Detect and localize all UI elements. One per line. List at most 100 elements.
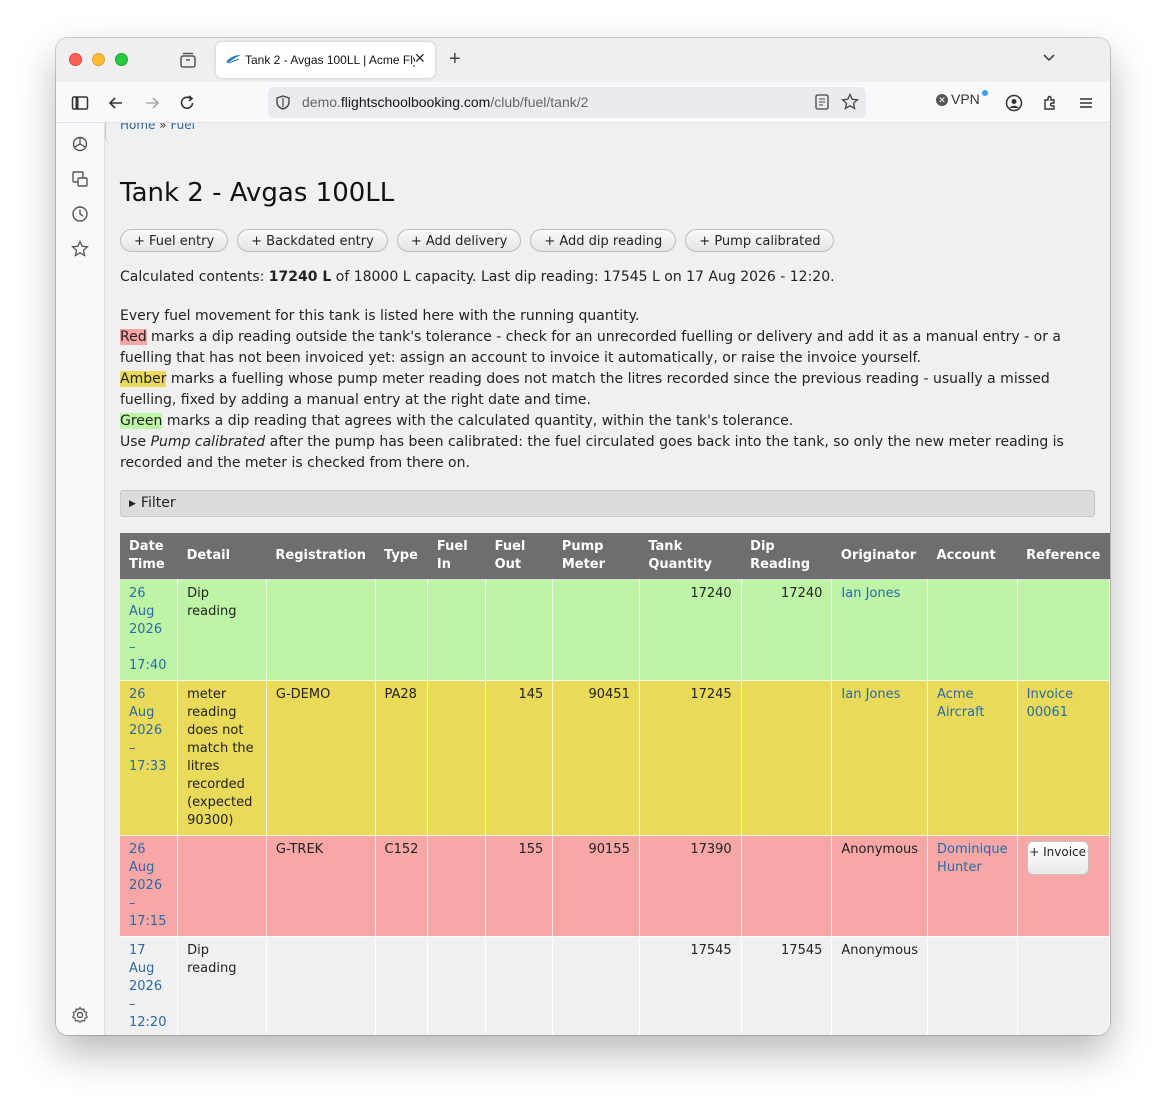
url-text[interactable]: demo.flightschoolbooking.com/club/fuel/t… <box>302 94 588 110</box>
cell-tank-quantity: 17390 <box>639 835 742 937</box>
browser-window: Tank 2 - Avgas 100LL | Acme Flying Club … <box>56 38 1110 1035</box>
nav-toolbar: demo.flightschoolbooking.com/club/fuel/t… <box>56 82 1110 123</box>
cell-pump-meter: 90155 <box>552 835 640 937</box>
page-content: Home » Fuel Tank 2 - Avgas 100LL + Fuel … <box>105 123 1110 1035</box>
col-registration[interactable]: Registration <box>266 533 375 580</box>
cell-registration: G-TREK <box>266 835 376 937</box>
calculated-contents: 17240 L <box>268 269 332 285</box>
cell-account <box>927 936 1018 1035</box>
col-account[interactable]: Account <box>927 533 1018 580</box>
vpn-status-dot <box>982 90 988 96</box>
tab-overview-icon[interactable] <box>178 51 198 69</box>
entry-date-link[interactable]: 26 Aug 2026 – 17:33 <box>129 687 166 774</box>
cell-dip-reading <box>741 680 833 836</box>
cell-tank-quantity: 17545 <box>639 936 742 1035</box>
col-fuel-out[interactable]: Fuel Out <box>485 533 553 580</box>
cell-type <box>375 936 429 1035</box>
account-link[interactable]: Acme Aircraft <box>937 687 984 720</box>
pump-calibrated-button[interactable]: + Pump calibrated <box>685 229 835 252</box>
shield-icon[interactable] <box>276 95 290 110</box>
cell-date: 26 Aug 2026 – 17:15 <box>120 835 179 937</box>
col-tank-quantity[interactable]: Tank Quantity <box>639 533 742 580</box>
cell-fuel-in <box>427 835 487 937</box>
entry-date-link[interactable]: 17 Aug 2026 – 12:20 <box>129 943 166 1030</box>
legend-explanation: Every fuel movement for this tank is lis… <box>120 306 1100 474</box>
cell-registration <box>266 936 376 1035</box>
menu-hamburger-icon[interactable] <box>1077 94 1095 112</box>
legend-amber-word: Amber <box>120 371 167 387</box>
breadcrumb-fuel-link[interactable]: Fuel <box>170 123 195 132</box>
legend-red-word: Red <box>120 329 147 345</box>
cell-date: 17 Aug 2026 – 12:20 <box>120 936 179 1035</box>
reload-icon[interactable] <box>178 94 196 112</box>
col-fuel-in[interactable]: Fuel In <box>427 533 486 580</box>
minimize-window-button[interactable] <box>92 53 105 66</box>
tank-summary: Calculated contents: 17240 L of 18000 L … <box>120 269 835 285</box>
close-window-button[interactable] <box>69 53 82 66</box>
back-arrow-icon[interactable] <box>107 94 125 112</box>
bookmarks-star-icon[interactable] <box>71 240 89 258</box>
settings-gear-icon[interactable] <box>71 1006 89 1024</box>
cell-dip-reading: 17240 <box>741 579 833 681</box>
sidebar-toggle-icon[interactable] <box>71 94 89 112</box>
cell-detail: Dip reading <box>177 579 267 681</box>
disclosure-triangle-icon: ▶ <box>129 499 136 509</box>
content-edge <box>105 123 111 143</box>
plane-favicon-icon <box>226 55 241 64</box>
bookmark-star-icon[interactable] <box>841 93 859 111</box>
new-tab-icon[interactable]: + <box>449 48 461 71</box>
col-date[interactable]: Date Time <box>120 533 178 580</box>
legend-green-word: Green <box>120 413 163 429</box>
account-icon[interactable] <box>1005 94 1023 112</box>
cell-originator: Ian Jones <box>831 680 929 836</box>
pump-calibrated-note: Use Pump calibrated after the pump has b… <box>120 432 1100 474</box>
cell-pump-meter: 90451 <box>552 680 640 836</box>
ai-chatbot-icon[interactable] <box>71 135 89 153</box>
tab-close-icon[interactable]: ✕ <box>414 51 426 67</box>
cell-originator: Anonymous <box>831 835 929 937</box>
cell-dip-reading <box>741 835 833 937</box>
col-type[interactable]: Type <box>375 533 428 580</box>
originator-link[interactable]: Ian Jones <box>841 586 900 601</box>
table-row: 26 Aug 2026 – 17:40 Dip reading 17240 17… <box>120 579 1110 681</box>
col-detail[interactable]: Detail <box>177 533 267 580</box>
zoom-window-button[interactable] <box>115 53 128 66</box>
invoice-link[interactable]: Invoice 00061 <box>1027 687 1073 720</box>
col-reference[interactable]: Reference <box>1017 533 1110 580</box>
entry-date-link[interactable]: 26 Aug 2026 – 17:40 <box>129 586 166 673</box>
cell-type <box>375 579 429 681</box>
page-title: Tank 2 - Avgas 100LL <box>120 178 395 208</box>
history-clock-icon[interactable] <box>71 205 89 223</box>
cell-reference: + Invoice <box>1017 835 1110 937</box>
add-delivery-button[interactable]: + Add delivery <box>396 229 522 252</box>
filter-toggle[interactable]: ▶ Filter <box>120 490 1095 517</box>
breadcrumb-home-link[interactable]: Home <box>120 123 155 132</box>
cell-account <box>927 579 1018 681</box>
tab-active[interactable]: Tank 2 - Avgas 100LL | Acme Flying Club … <box>216 42 435 78</box>
reader-view-icon[interactable] <box>815 94 829 110</box>
tab-bar: Tank 2 - Avgas 100LL | Acme Flying Club … <box>56 38 1110 82</box>
cell-type: PA28 <box>375 680 429 836</box>
chevron-down-icon[interactable] <box>1042 50 1056 64</box>
fuel-entry-button[interactable]: + Fuel entry <box>120 229 229 252</box>
account-link[interactable]: Dominique Hunter <box>937 842 1008 875</box>
add-dip-reading-button[interactable]: + Add dip reading <box>530 229 677 252</box>
synced-devices-icon[interactable] <box>71 170 89 188</box>
col-pump-meter[interactable]: Pump Meter <box>552 533 640 580</box>
col-originator[interactable]: Originator <box>831 533 928 580</box>
cell-pump-meter <box>552 936 640 1035</box>
backdated-entry-button[interactable]: + Backdated entry <box>237 229 388 252</box>
cell-fuel-out: 145 <box>485 680 554 836</box>
entry-date-link[interactable]: 26 Aug 2026 – 17:15 <box>129 842 166 929</box>
originator-link[interactable]: Ian Jones <box>841 687 900 702</box>
col-dip-reading[interactable]: Dip Reading <box>741 533 832 580</box>
cell-fuel-in <box>427 936 487 1035</box>
create-invoice-button[interactable]: + Invoice <box>1026 841 1089 875</box>
url-bar[interactable]: demo.flightschoolbooking.com/club/fuel/t… <box>268 87 866 118</box>
forward-arrow-icon[interactable] <box>143 94 161 112</box>
breadcrumb: Home » Fuel <box>120 123 195 132</box>
extensions-icon[interactable] <box>1041 94 1059 112</box>
cell-account: Acme Aircraft <box>927 680 1018 836</box>
vpn-button[interactable]: ✕ VPN <box>936 90 988 107</box>
cell-fuel-in <box>427 680 487 836</box>
